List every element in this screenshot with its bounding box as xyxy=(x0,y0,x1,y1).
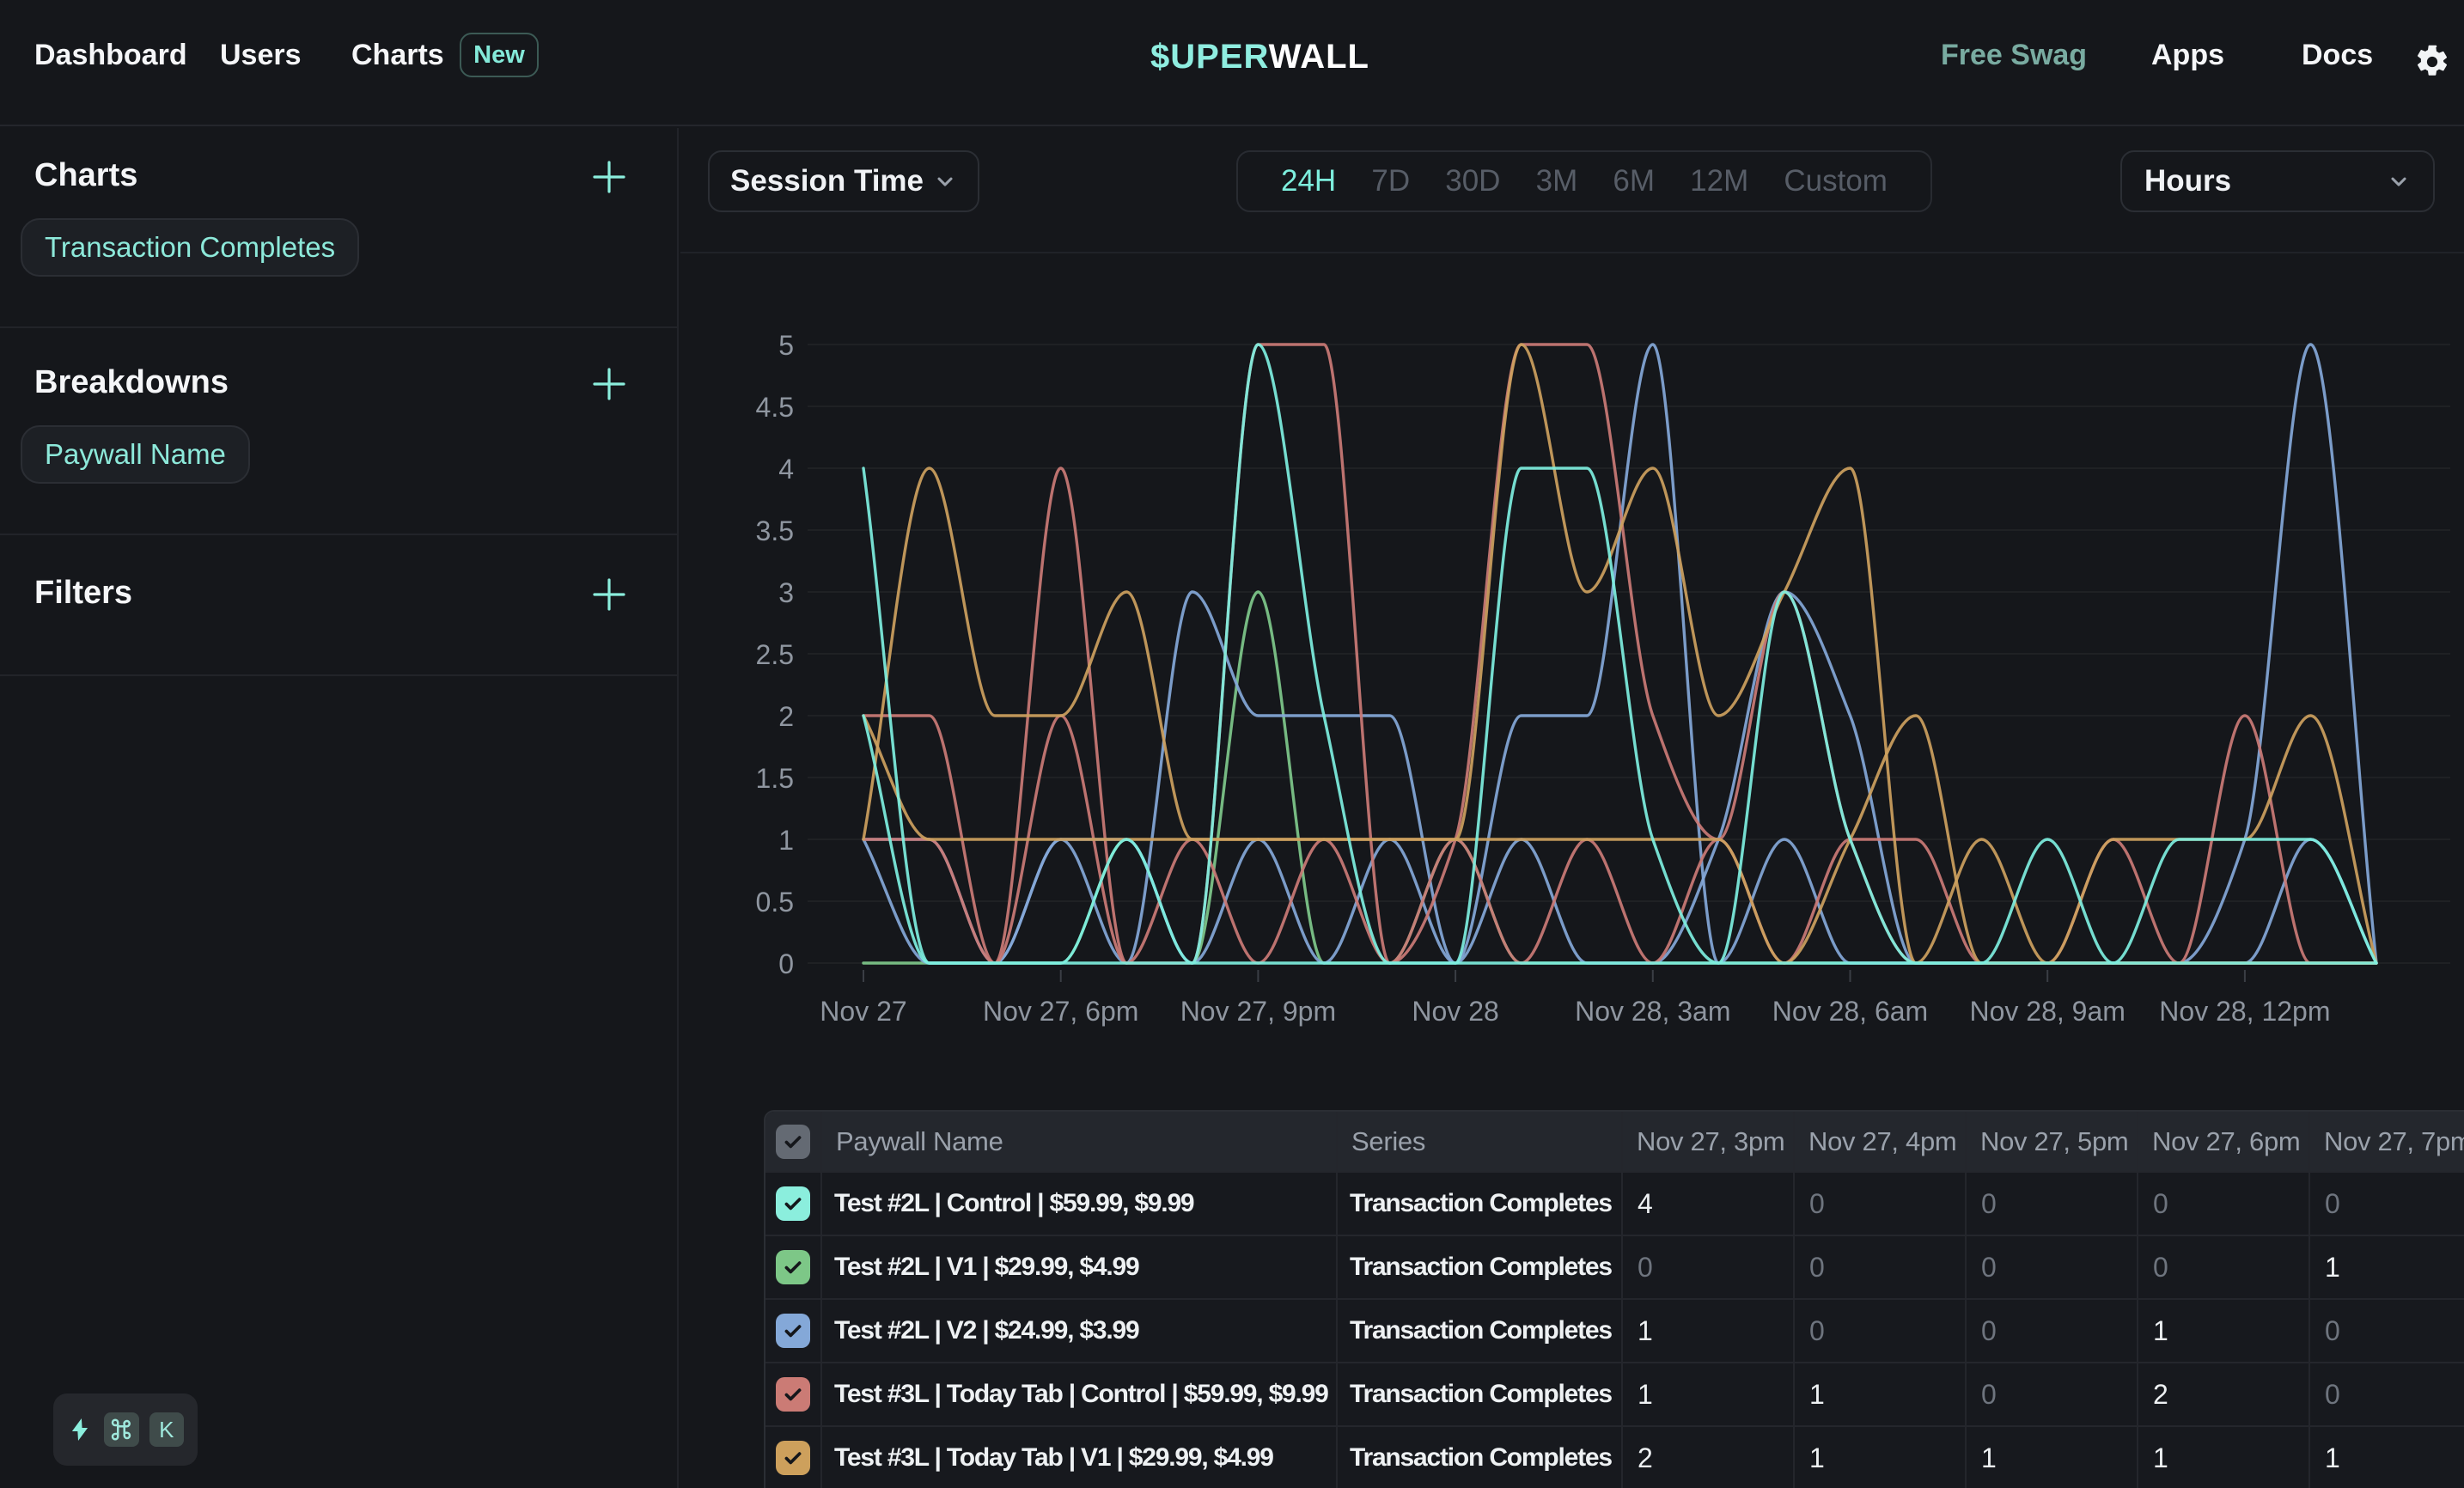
svg-text:0.5: 0.5 xyxy=(756,887,794,918)
svg-text:Nov 28, 3am: Nov 28, 3am xyxy=(1575,996,1730,1027)
svg-text:Nov 28, 12pm: Nov 28, 12pm xyxy=(2159,996,2330,1027)
svg-text:Nov 28, 9am: Nov 28, 9am xyxy=(1969,996,2125,1027)
svg-text:Nov 27, 6pm: Nov 27, 6pm xyxy=(983,996,1138,1027)
svg-text:5: 5 xyxy=(778,330,794,361)
svg-text:2: 2 xyxy=(778,701,794,732)
svg-text:0: 0 xyxy=(778,948,794,979)
svg-text:1: 1 xyxy=(778,825,794,856)
svg-text:Nov 27, 9pm: Nov 27, 9pm xyxy=(1180,996,1336,1027)
svg-text:4.5: 4.5 xyxy=(756,392,794,423)
svg-text:Nov 27: Nov 27 xyxy=(820,996,906,1027)
svg-text:4: 4 xyxy=(778,454,794,485)
svg-text:Nov 28: Nov 28 xyxy=(1412,996,1498,1027)
svg-text:3: 3 xyxy=(778,577,794,608)
svg-text:1.5: 1.5 xyxy=(756,763,794,794)
svg-text:3.5: 3.5 xyxy=(756,515,794,546)
svg-text:Nov 28, 6am: Nov 28, 6am xyxy=(1772,996,1928,1027)
svg-text:2.5: 2.5 xyxy=(756,639,794,670)
